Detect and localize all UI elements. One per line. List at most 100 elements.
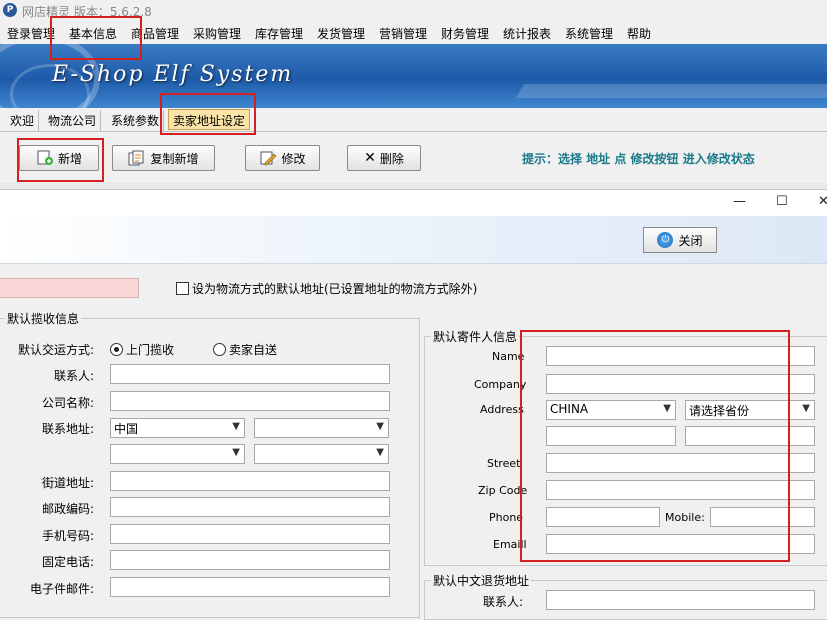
app-title: 网店精灵 版本：5.6.2.8 — [22, 5, 152, 19]
street-input[interactable] — [110, 471, 390, 491]
mobile-label: 手机号码: — [42, 529, 95, 543]
chevron-down-icon: ▼ — [802, 403, 810, 414]
company-label: 公司名称: — [42, 396, 95, 410]
country-select[interactable]: 中国 ▼ — [110, 418, 245, 438]
banner-decoration — [515, 84, 827, 98]
seller-address-dialog: — ☐ ✕ ⏻ 关闭 设为物流方式的默认地址(已设置地址的物流方式除外) 默认揽… — [0, 189, 827, 620]
sender-phone-input[interactable] — [546, 507, 660, 527]
close-window-icon[interactable]: ✕ — [818, 194, 827, 209]
sender-name-label: Name — [492, 350, 525, 363]
menu-marketing[interactable]: 营销管理 — [379, 25, 427, 42]
return-contact-label: 联系人: — [483, 595, 524, 609]
return-address-title: 默认中文退货地址 — [431, 572, 532, 589]
sender-zip-label: Zip Code — [478, 484, 528, 497]
sender-company-label: Company — [474, 378, 527, 391]
district-select[interactable]: ▼ — [254, 444, 389, 464]
default-address-label: 设为物流方式的默认地址(已设置地址的物流方式除外) — [192, 282, 478, 296]
hint-text: 提示：选择 地址 点 修改按钮 进入修改状态 — [522, 152, 755, 166]
tab-seller-address[interactable]: 卖家地址设定 — [168, 109, 251, 130]
sender-zip-input[interactable] — [546, 480, 815, 500]
menu-finance[interactable]: 财务管理 — [441, 25, 489, 42]
delete-button-label: 删除 — [379, 151, 404, 166]
menu-login[interactable]: 登录管理 — [7, 25, 55, 42]
app-logo-icon: P — [3, 3, 17, 17]
address-name-input[interactable] — [0, 278, 139, 298]
pickup-info-title: 默认揽收信息 — [5, 310, 82, 327]
title-bar: P 网店精灵 版本：5.6.2.8 — [0, 0, 827, 22]
sender-email-input[interactable] — [546, 534, 815, 554]
mobile-input[interactable] — [110, 524, 390, 544]
add-doc-icon — [37, 150, 53, 165]
default-address-checkbox[interactable] — [176, 282, 189, 295]
contact-input[interactable] — [110, 364, 390, 384]
sender-email-label: Emaill — [493, 538, 527, 551]
self-deliver-radio[interactable] — [213, 343, 226, 356]
menu-system[interactable]: 系统管理 — [565, 25, 613, 42]
app-banner: E-Shop Elf System — [0, 44, 827, 108]
menu-help[interactable]: 帮助 — [627, 25, 651, 42]
sender-country-select[interactable]: CHINA ▼ — [546, 400, 676, 420]
chevron-down-icon: ▼ — [376, 421, 384, 432]
menu-reports[interactable]: 统计报表 — [503, 25, 551, 42]
city-select[interactable]: ▼ — [110, 444, 245, 464]
menu-products[interactable]: 商品管理 — [131, 25, 179, 42]
pickup-info-group — [0, 318, 420, 618]
edit-pencil-icon — [260, 151, 277, 166]
delete-x-icon: ✕ — [364, 150, 376, 166]
sender-city-input[interactable] — [546, 426, 676, 446]
phone-input[interactable] — [110, 550, 390, 570]
delete-button[interactable]: ✕ 删除 — [347, 145, 421, 171]
dialog-header: ⏻ 关闭 — [0, 216, 827, 264]
tab-welcome[interactable]: 欢迎 — [6, 110, 40, 131]
return-contact-input[interactable] — [546, 590, 815, 610]
edit-button[interactable]: 修改 — [245, 145, 320, 171]
copy-add-button-label: 复制新增 — [150, 151, 199, 166]
tab-system-params[interactable]: 系统参数 — [107, 110, 165, 131]
email-label: 电子件邮件: — [30, 582, 95, 596]
copy-doc-icon — [128, 150, 144, 166]
menu-shipping[interactable]: 发货管理 — [317, 25, 365, 42]
email-input[interactable] — [110, 577, 390, 597]
pickup-radio[interactable] — [110, 343, 123, 356]
ship-mode-label: 默认交运方式: — [18, 343, 95, 357]
zip-label: 邮政编码: — [42, 502, 95, 516]
close-button[interactable]: ⏻ 关闭 — [643, 227, 717, 253]
street-label: 街道地址: — [42, 476, 95, 490]
address-label: 联系地址: — [42, 422, 95, 436]
minimize-icon[interactable]: — — [733, 194, 746, 209]
pickup-radio-label: 上门揽收 — [126, 343, 175, 357]
chevron-down-icon: ▼ — [376, 447, 384, 458]
sender-province-select[interactable]: 请选择省份 ▼ — [685, 400, 815, 420]
country-select-value: 中国 — [114, 422, 139, 436]
menu-basic-info[interactable]: 基本信息 — [69, 25, 117, 42]
sender-info-group — [424, 336, 827, 566]
sender-street-label: Street — [487, 457, 521, 470]
toolbar: 新增 复制新增 修改 ✕ 删除 提示：选择 地址 点 修改按钮 进入修改状态 — [0, 133, 827, 183]
sender-province-placeholder: 请选择省份 — [689, 404, 750, 418]
sender-country-value: CHINA — [550, 402, 589, 416]
edit-button-label: 修改 — [281, 151, 306, 166]
add-button[interactable]: 新增 — [19, 145, 99, 171]
company-input[interactable] — [110, 391, 390, 411]
sender-info-title: 默认寄件人信息 — [431, 328, 520, 345]
menu-inventory[interactable]: 库存管理 — [255, 25, 303, 42]
phone-label: 固定电话: — [42, 555, 95, 569]
sender-phone-label: Phone — [489, 511, 524, 524]
province-select[interactable]: ▼ — [254, 418, 389, 438]
sender-mobile-input[interactable] — [710, 507, 815, 527]
maximize-icon[interactable]: ☐ — [776, 194, 788, 209]
sender-company-input[interactable] — [546, 374, 815, 394]
sender-district-input[interactable] — [685, 426, 815, 446]
chevron-down-icon: ▼ — [663, 403, 671, 414]
menu-purchase[interactable]: 采购管理 — [193, 25, 241, 42]
sender-street-input[interactable] — [546, 453, 815, 473]
banner-title: E-Shop Elf System — [52, 62, 294, 87]
power-icon: ⏻ — [657, 232, 674, 248]
copy-add-button[interactable]: 复制新增 — [112, 145, 215, 171]
self-deliver-radio-label: 卖家自送 — [229, 343, 278, 357]
menu-bar: 登录管理 基本信息 商品管理 采购管理 库存管理 发货管理 营销管理 财务管理 … — [0, 22, 827, 44]
zip-input[interactable] — [110, 497, 390, 517]
sender-name-input[interactable] — [546, 346, 815, 366]
tab-logistics[interactable]: 物流公司 — [44, 110, 102, 131]
close-button-label: 关闭 — [678, 233, 703, 248]
